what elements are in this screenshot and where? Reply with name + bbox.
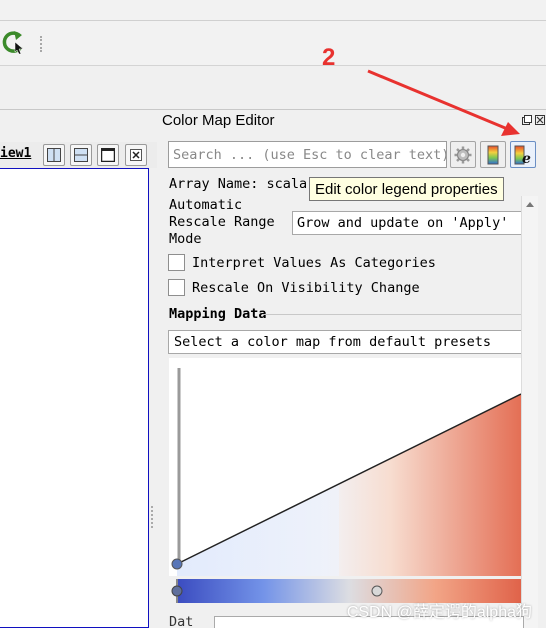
render-view[interactable]	[0, 168, 149, 628]
tooltip: Edit color legend properties	[309, 177, 504, 201]
annotation-arrow	[367, 69, 520, 136]
rescale-mode-label: Automatic Rescale Range Mode	[169, 197, 275, 248]
maximize-view-button[interactable]	[97, 144, 119, 166]
svg-text:e: e	[522, 151, 531, 165]
scroll-up-icon	[526, 202, 534, 207]
search-input[interactable]: Search ... (use Esc to clear text)	[168, 141, 447, 168]
rescale-label-line3: Mode	[169, 231, 202, 247]
rescale-label-line1: Automatic	[169, 197, 243, 213]
panel-title: Color Map Editor	[162, 112, 275, 129]
float-panel-icon[interactable]	[522, 114, 532, 129]
render-view-header: iew1	[0, 142, 157, 168]
toolbar-divider	[0, 20, 546, 21]
rescale-mode-value: Grow and update on 'Apply'	[297, 215, 509, 231]
rescale-mode-combo[interactable]: Grow and update on 'Apply'	[292, 211, 532, 235]
truncated-label: Dat	[169, 614, 194, 628]
rescale-label-line2: Rescale Range	[169, 214, 275, 230]
section-divider	[262, 314, 522, 315]
main-toolbar	[0, 0, 546, 66]
opacity-fill-cool	[177, 484, 339, 576]
render-view-label[interactable]: iew1	[0, 146, 31, 161]
watermark: CSDN @薛定谔的alpha狗	[346, 604, 532, 621]
split-horizontal-button[interactable]	[43, 144, 65, 166]
advanced-settings-button[interactable]	[450, 141, 476, 168]
split-vertical-button[interactable]	[70, 144, 92, 166]
close-view-button[interactable]	[125, 144, 147, 166]
edit-color-legend-button[interactable]: e	[510, 141, 536, 168]
toolbar-grip[interactable]	[40, 36, 44, 52]
array-name-label: Array Name: scalar	[169, 176, 316, 192]
presets-combo[interactable]: Select a color map from default presets	[168, 330, 528, 354]
close-panel-icon[interactable]	[535, 114, 545, 129]
rescale-visibility-checkbox[interactable]	[168, 279, 185, 296]
reload-icon[interactable]	[0, 28, 26, 60]
color-legend-icon	[487, 145, 499, 164]
search-placeholder: Search ... (use Esc to clear text)	[173, 147, 447, 163]
interpret-categories-label: Interpret Values As Categories	[192, 255, 436, 271]
gear-icon	[454, 146, 472, 163]
edit-legend-icon: e	[514, 145, 531, 165]
splitter-handle[interactable]	[151, 506, 155, 528]
toggle-color-legend-button[interactable]	[480, 141, 506, 168]
mapping-data-heading: Mapping Data	[169, 306, 267, 322]
color-control-point-min[interactable]	[171, 585, 183, 597]
opacity-function-editor[interactable]	[169, 358, 521, 576]
presets-combo-value: Select a color map from default presets	[174, 334, 491, 350]
annotation-number: 2	[322, 44, 336, 71]
interpret-categories-checkbox[interactable]	[168, 254, 185, 271]
vertical-scrollbar[interactable]	[521, 196, 538, 628]
color-control-point-mid[interactable]	[371, 585, 383, 597]
opacity-control-point[interactable]	[171, 558, 183, 570]
rescale-visibility-label: Rescale On Visibility Change	[192, 280, 420, 296]
